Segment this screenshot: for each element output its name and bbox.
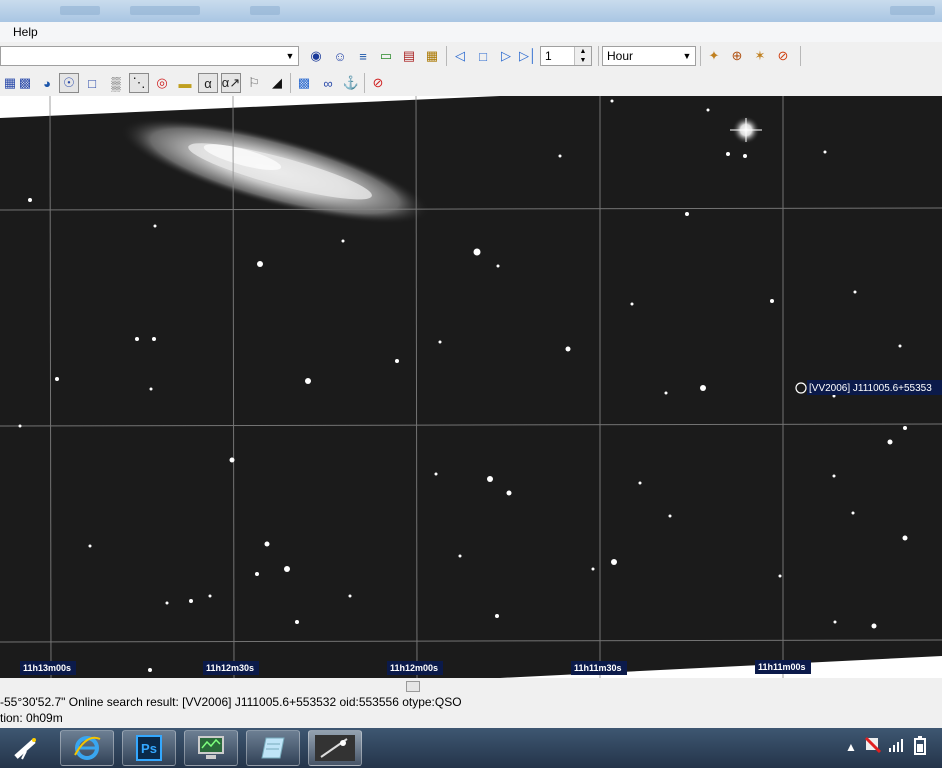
frame-tool-icon[interactable]: □ <box>82 73 102 93</box>
object-combo[interactable]: ▼ <box>0 46 299 66</box>
sparkle-icon[interactable]: ✶ <box>750 46 770 66</box>
toolbar-separator <box>446 46 447 66</box>
window-titlebar <box>0 0 942 22</box>
internet-explorer-icon[interactable] <box>60 730 114 766</box>
horizontal-scroll-thumb[interactable] <box>406 681 420 692</box>
telescope-app-icon[interactable] <box>0 730 52 766</box>
toolbar-separator <box>598 46 599 66</box>
points-tool-icon[interactable]: ⋱ <box>129 73 149 93</box>
contrast-icon[interactable]: ◢ <box>267 73 287 93</box>
time-unit-value: Hour <box>607 49 634 63</box>
frame-value[interactable]: 1 <box>545 49 552 63</box>
sky-svg: 11h13m00s 11h12m30s 11h12m00s 11h11m30s … <box>0 96 942 678</box>
sky-viewer-icon[interactable] <box>308 730 362 766</box>
ra-label: 11h12m00s <box>390 663 438 673</box>
calendar-icon[interactable]: ▤ <box>399 46 419 66</box>
menu-bar: Help <box>0 22 942 43</box>
panel-icon[interactable]: ▭ <box>376 46 396 66</box>
toolbar-separator <box>800 46 801 66</box>
toolbar-separator <box>700 46 701 66</box>
slash-tool-icon[interactable]: ▒ <box>106 73 126 93</box>
battery-icon[interactable] <box>912 736 928 759</box>
image-boundary <box>500 656 942 678</box>
chevron-down-icon[interactable]: ▼ <box>282 47 298 65</box>
menu-help[interactable]: Help <box>13 25 38 39</box>
chevron-down-icon[interactable]: ▼ <box>679 47 695 65</box>
alpha-cursor-icon[interactable]: α↗ <box>221 73 241 93</box>
image-boundary <box>0 96 500 118</box>
status-line-search: -55°30'52.7" Online search result: [VV20… <box>0 695 462 709</box>
target-icon[interactable]: ◎ <box>152 73 172 93</box>
clear-markers-icon[interactable]: ⊘ <box>368 73 388 93</box>
toolbar-separator <box>290 73 291 93</box>
monitor-app-icon[interactable] <box>184 730 238 766</box>
toolbar-tools: ▦ ▩ ◕ ☉ □ ▒ ⋱ ◎ ▬ α α↗ ⚐ ◢ ▩ ∞ ⚓ ⊘ <box>0 70 942 97</box>
image-tool-icon[interactable]: ▩ <box>15 73 35 93</box>
notepad-app-icon[interactable] <box>246 730 300 766</box>
alpha-tool-icon[interactable]: α <box>198 73 218 93</box>
photoshop-icon[interactable]: Ps <box>122 730 176 766</box>
status-area: -55°30'52.7" Online search result: [VV20… <box>0 678 942 728</box>
coordinate-grid <box>0 96 942 678</box>
time-unit-select[interactable]: Hour ▼ <box>602 46 696 66</box>
star-field <box>18 99 908 672</box>
galaxy <box>120 118 430 224</box>
title-blur <box>890 6 935 15</box>
signal-icon[interactable] <box>888 737 904 756</box>
ra-label: 11h13m00s <box>23 663 71 673</box>
prev-frame-icon[interactable]: ◁ <box>450 46 470 66</box>
sky-image-view[interactable]: 11h13m00s 11h12m30s 11h12m00s 11h11m30s … <box>0 96 942 678</box>
photoshop-label: Ps <box>136 735 162 761</box>
list-icon[interactable]: ≡ <box>353 46 373 66</box>
export-icon[interactable]: ▩ <box>294 73 314 93</box>
windows-taskbar: Ps ▲ <box>0 728 942 768</box>
table-icon[interactable]: ▦ <box>422 46 442 66</box>
title-blur <box>130 6 200 15</box>
telescope-icon[interactable]: ✦ <box>704 46 724 66</box>
tray-expand-icon[interactable]: ▲ <box>845 740 857 754</box>
toolbar-separator <box>364 73 365 93</box>
status-line-duration: tion: 0h09m <box>0 711 63 725</box>
stop-icon[interactable]: □ <box>473 46 493 66</box>
frame-spinner[interactable]: 1 ▲ ▼ <box>540 46 592 66</box>
play-icon[interactable]: ▷ <box>496 46 516 66</box>
ra-label: 11h12m30s <box>206 663 254 673</box>
toolbar-main: ▼ ◉ ☺ ≡ ▭ ▤ ▦ ◁ □ ▷ ▷│ 1 ▲ ▼ Hour ▼ ✦ ⊕ ✶… <box>0 42 942 70</box>
compass-icon[interactable]: ◕ <box>37 73 57 93</box>
object-label[interactable]: [VV2006] J111005.6+55353 <box>809 383 932 394</box>
ra-label: 11h11m00s <box>758 662 806 672</box>
forbidden-icon[interactable]: ⊘ <box>773 46 793 66</box>
link-icon[interactable]: ∞ <box>318 73 338 93</box>
object-marker-icon[interactable] <box>795 382 807 394</box>
next-frame-icon[interactable]: ▷│ <box>518 46 538 66</box>
flag-icon[interactable]: ⚐ <box>244 73 264 93</box>
spinner-buttons[interactable]: ▲ ▼ <box>574 47 591 65</box>
binoculars-icon[interactable]: ◉ <box>306 46 326 66</box>
select-tool-icon[interactable]: ☉ <box>59 73 79 93</box>
title-blur <box>60 6 100 15</box>
search-person-icon[interactable]: ☺ <box>330 46 350 66</box>
crosshair-icon[interactable]: ⊕ <box>727 46 747 66</box>
title-blur <box>250 6 280 15</box>
anchor-icon[interactable]: ⚓ <box>341 73 361 93</box>
network-flag-icon[interactable] <box>864 736 882 757</box>
ruler-icon[interactable]: ▬ <box>175 73 195 93</box>
ra-label: 11h11m30s <box>574 663 622 673</box>
